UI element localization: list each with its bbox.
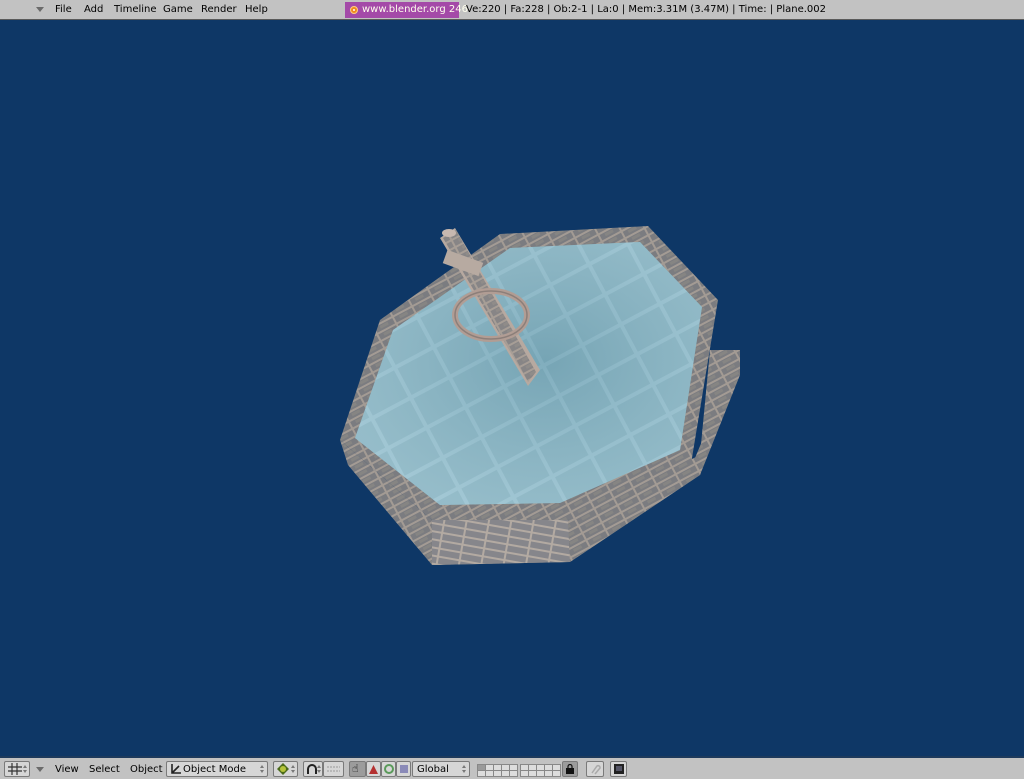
blender-version-text: www.blender.org 246 [362, 4, 468, 15]
magnet-icon [591, 764, 601, 775]
grid-icon [8, 763, 22, 775]
lock-icon [566, 764, 574, 774]
3d-viewport[interactable] [0, 20, 1024, 756]
header-collapse-icon[interactable] [36, 7, 44, 12]
menu-help[interactable]: Help [245, 4, 268, 15]
render-preview-button[interactable] [610, 761, 627, 777]
menu-select[interactable]: Select [89, 764, 120, 775]
pivot-select[interactable] [303, 761, 323, 777]
translate-button[interactable] [366, 761, 381, 777]
pivot-icon [307, 764, 317, 774]
manipulator-dots-icon [327, 766, 340, 772]
translate-icon [369, 765, 378, 774]
orientation-select[interactable]: Global [412, 761, 470, 777]
menu-game[interactable]: Game [163, 4, 193, 15]
lock-layers-button[interactable] [562, 761, 578, 777]
solid-shading-icon [277, 763, 289, 775]
layer-15[interactable] [509, 770, 518, 777]
menu-timeline[interactable]: Timeline [114, 4, 157, 15]
snap-toggle[interactable] [586, 761, 604, 777]
menu-add[interactable]: Add [84, 4, 103, 15]
object-mode-icon [171, 764, 181, 774]
fountain-render [340, 226, 740, 565]
menu-view[interactable]: View [55, 764, 79, 775]
layer-20[interactable] [552, 770, 561, 777]
mode-select-label: Object Mode [183, 764, 246, 775]
rotate-icon [384, 764, 394, 774]
blender-logo-link[interactable]: www.blender.org 246 [345, 2, 468, 18]
hand-manipulator-button[interactable]: ☝ [349, 761, 366, 777]
menu-render[interactable]: Render [201, 4, 237, 15]
editor-type-select[interactable] [4, 761, 30, 777]
menu-file[interactable]: File [55, 4, 72, 15]
rotate-button[interactable] [381, 761, 396, 777]
header-collapse-icon[interactable] [36, 767, 44, 772]
info-header: File Add Timeline Game Render Help www.b… [0, 0, 1024, 20]
hand-manipulator-icon: ☝ [352, 762, 359, 775]
scene-stats: Ve:220 | Fa:228 | Ob:2-1 | La:0 | Mem:3.… [466, 4, 826, 15]
blender-logo-icon [350, 6, 358, 14]
draw-type-select[interactable] [273, 761, 298, 777]
3d-view-header: View Select Object Object Mode ☝ Global [0, 756, 1024, 779]
menu-object[interactable]: Object [130, 764, 163, 775]
scale-button[interactable] [396, 761, 411, 777]
render-preview-icon [614, 764, 624, 774]
layer-buttons-group-1[interactable] [477, 761, 519, 777]
layer-buttons-group-2[interactable] [520, 761, 562, 777]
scale-icon [400, 765, 408, 773]
orientation-label: Global [417, 764, 449, 775]
manipulator-toggle[interactable] [323, 761, 344, 777]
mode-select[interactable]: Object Mode [166, 761, 268, 777]
